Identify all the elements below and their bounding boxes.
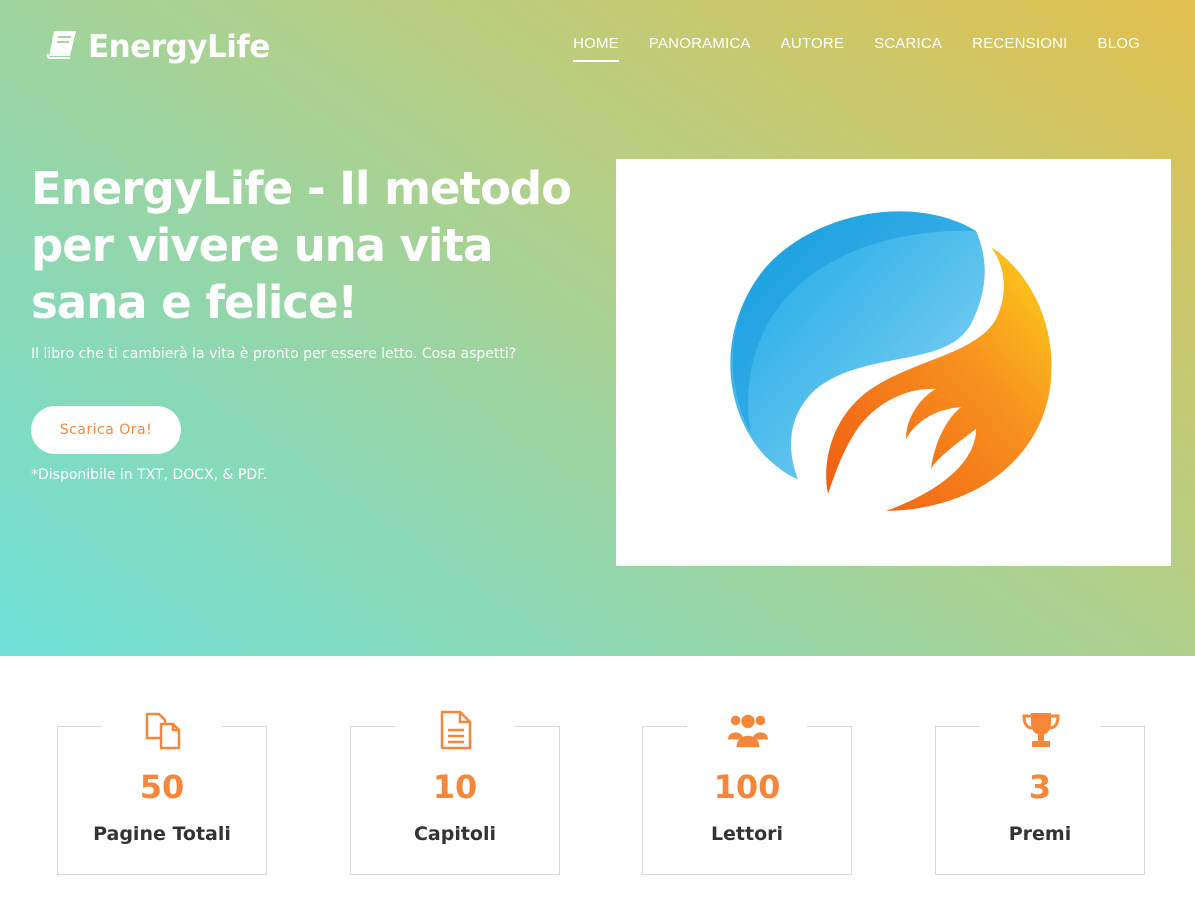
stats-section: 50 Pagine Totali 10 Capitoli 100 Lettori… [0,656,1195,913]
book-icon [46,28,80,65]
nav-item-scarica[interactable]: SCARICA [874,35,942,62]
stat-value: 3 [1028,768,1052,806]
stat-value: 100 [713,768,781,806]
download-now-button[interactable]: Scarica Ora! [31,406,181,454]
hero-section: EnergyLife HOME PANORAMICA AUTORE SCARIC… [0,0,1195,656]
energy-logo-icon [730,211,1052,511]
stat-card: 10 Capitoli [350,709,560,875]
book-cover-image [616,159,1171,566]
stat-value: 10 [432,768,478,806]
stat-card: 100 Lettori [642,709,852,875]
nav-item-recensioni[interactable]: RECENSIONI [972,35,1067,62]
stat-label: Capitoli [413,823,497,845]
copy-icon [142,709,184,751]
top-navbar: EnergyLife HOME PANORAMICA AUTORE SCARIC… [0,0,1195,90]
hero-subtitle: Il libro che ti cambierà la vita è pront… [31,346,517,362]
users-icon [727,709,769,751]
stat-label: Lettori [710,823,784,845]
nav-item-home[interactable]: HOME [573,35,619,62]
nav-item-blog[interactable]: BLOG [1098,35,1140,62]
stat-value: 50 [139,768,185,806]
availability-note: *Disponibile in TXT, DOCX, & PDF. [31,467,268,483]
stat-card: 3 Premi [935,709,1145,875]
stat-label: Premi [1008,823,1072,845]
brand-logo-link[interactable]: EnergyLife [46,28,270,65]
nav-item-panoramica[interactable]: PANORAMICA [649,35,751,62]
nav-item-autore[interactable]: AUTORE [781,35,844,62]
document-icon [435,709,477,751]
stat-card: 50 Pagine Totali [57,709,267,875]
stat-label: Pagine Totali [93,823,231,845]
trophy-icon [1020,709,1062,751]
hero-title: EnergyLife - Il metodo per vivere una vi… [31,162,572,329]
nav-menu: HOME PANORAMICA AUTORE SCARICA RECENSION… [573,35,1140,62]
brand-name: EnergyLife [88,28,270,65]
